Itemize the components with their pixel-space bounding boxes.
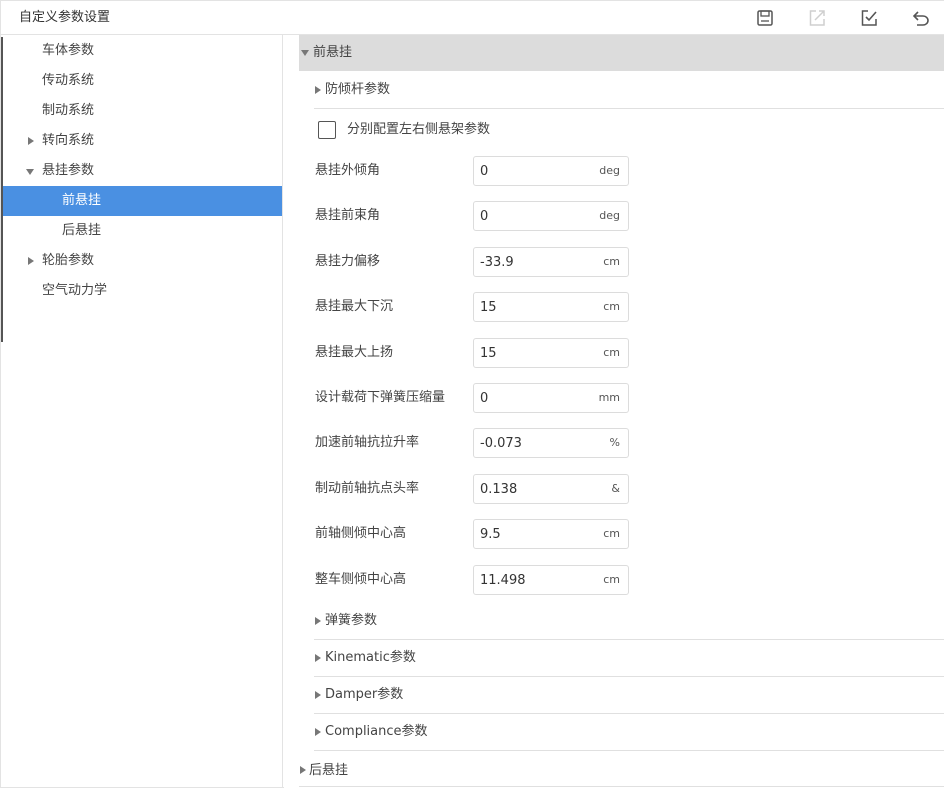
param-label: 悬挂力偏移	[315, 254, 381, 269]
sidebar-item-label: 转向系统	[42, 133, 95, 148]
param-unit: deg	[599, 164, 620, 177]
param-label: 悬挂最大下沉	[315, 299, 394, 314]
subsection-kinematic[interactable]: Kinematic参数	[314, 640, 944, 677]
sidebar-item-steering[interactable]: 转向系统	[3, 126, 282, 156]
param-value-input[interactable]	[480, 384, 590, 412]
section-title: 后悬挂	[309, 763, 349, 778]
collapse-arrow-icon[interactable]	[26, 169, 34, 175]
param-label: 设计载荷下弹簧压缩量	[315, 390, 446, 405]
param-label: 加速前轴抗拉升率	[315, 435, 420, 450]
expand-arrow-icon[interactable]	[315, 728, 321, 736]
expand-arrow-icon[interactable]	[315, 654, 321, 662]
sidebar-item-label: 制动系统	[42, 103, 95, 118]
section-header-rear-suspension[interactable]: 后悬挂	[299, 754, 944, 787]
subsection-label: Compliance参数	[325, 724, 428, 739]
expand-arrow-icon[interactable]	[315, 86, 321, 94]
sidebar-item-label: 传动系统	[42, 73, 95, 88]
param-value-input[interactable]	[480, 248, 590, 276]
param-label: 悬挂最大上扬	[315, 345, 394, 360]
param-field: cm	[473, 247, 629, 277]
checkbox-label: 分别配置左右侧悬架参数	[347, 122, 491, 137]
param-label: 悬挂前束角	[315, 208, 381, 223]
subsection-label: 弹簧参数	[325, 613, 378, 628]
param-field: cm	[473, 565, 629, 595]
sidebar-item-label: 前悬挂	[62, 193, 102, 208]
sidebar-item-tires[interactable]: 轮胎参数	[3, 246, 282, 276]
param-unit: mm	[598, 391, 620, 404]
param-unit: deg	[599, 209, 620, 222]
param-label: 制动前轴抗点头率	[315, 481, 420, 496]
sidebar-item-label: 悬挂参数	[42, 163, 95, 178]
sidebar-item-brakes[interactable]: 制动系统	[3, 96, 282, 126]
param-field: deg	[473, 201, 629, 231]
apply-icon[interactable]	[859, 8, 879, 28]
sidebar-item-aerodynamics[interactable]: 空气动力学	[3, 276, 282, 306]
param-value-input[interactable]	[480, 429, 590, 457]
param-unit: cm	[603, 255, 620, 268]
param-unit: cm	[603, 300, 620, 313]
param-field: deg	[473, 156, 629, 186]
subsection-anti-roll-bar[interactable]: 防倾杆参数	[314, 72, 944, 109]
separate-left-right-checkbox[interactable]	[318, 121, 336, 139]
section-title: 前悬挂	[313, 45, 353, 60]
param-label: 前轴侧倾中心高	[315, 526, 407, 541]
param-label: 整车侧倾中心高	[315, 572, 407, 587]
sidebar-item-body[interactable]: 车体参数	[3, 36, 282, 66]
param-field: mm	[473, 383, 629, 413]
sidebar-item-front-suspension[interactable]: 前悬挂	[3, 186, 282, 216]
subsection-compliance[interactable]: Compliance参数	[314, 714, 944, 751]
param-value-input[interactable]	[480, 475, 590, 503]
sidebar: 车体参数 传动系统 制动系统 转向系统 悬挂参数 前悬挂 后悬挂 轮胎参数 空气…	[1, 35, 283, 787]
sidebar-item-drivetrain[interactable]: 传动系统	[3, 66, 282, 96]
param-field: %	[473, 428, 629, 458]
subsection-label: Damper参数	[325, 687, 404, 702]
param-unit: cm	[603, 346, 620, 359]
sidebar-item-label: 车体参数	[42, 43, 95, 58]
expand-arrow-icon[interactable]	[315, 617, 321, 625]
subsection-damper[interactable]: Damper参数	[314, 677, 944, 714]
param-field: &	[473, 474, 629, 504]
subsection-label: Kinematic参数	[325, 650, 416, 665]
collapse-arrow-icon[interactable]	[301, 50, 309, 56]
main-panel: 前悬挂 防倾杆参数 分别配置左右侧悬架参数 悬挂外倾角 deg 悬挂前束角 deg 悬挂…	[284, 35, 944, 788]
subsection-label: 防倾杆参数	[325, 82, 391, 97]
title-bar: 自定义参数设置	[1, 1, 944, 35]
sidebar-item-label: 空气动力学	[42, 283, 108, 298]
expand-arrow-icon[interactable]	[300, 766, 306, 774]
sidebar-item-label: 后悬挂	[62, 223, 102, 238]
param-value-input[interactable]	[480, 566, 590, 594]
save-icon[interactable]	[755, 8, 775, 28]
param-unit: cm	[603, 527, 620, 540]
param-field: cm	[473, 338, 629, 368]
sidebar-item-rear-suspension[interactable]: 后悬挂	[3, 216, 282, 246]
sidebar-item-suspension[interactable]: 悬挂参数	[3, 156, 282, 186]
window-title: 自定义参数设置	[19, 10, 111, 25]
expand-arrow-icon[interactable]	[28, 257, 34, 265]
param-label: 悬挂外倾角	[315, 163, 381, 178]
param-unit: &	[611, 482, 620, 495]
param-value-input[interactable]	[480, 202, 590, 230]
param-field: cm	[473, 519, 629, 549]
subsection-spring[interactable]: 弹簧参数	[314, 603, 944, 640]
param-value-input[interactable]	[480, 157, 590, 185]
sidebar-edge-marker	[1, 37, 3, 342]
param-value-input[interactable]	[480, 520, 590, 548]
undo-icon[interactable]	[911, 8, 931, 28]
param-unit: cm	[603, 573, 620, 586]
param-field: cm	[473, 292, 629, 322]
export-icon[interactable]	[807, 8, 827, 28]
sidebar-item-label: 轮胎参数	[42, 253, 95, 268]
expand-arrow-icon[interactable]	[28, 137, 34, 145]
settings-window: 自定义参数设置 车体参数 传动系统 制动系统 转向系统 悬挂参数 前悬挂 后悬挂	[0, 0, 944, 788]
param-unit: %	[609, 436, 620, 449]
param-value-input[interactable]	[480, 339, 590, 367]
section-header-front-suspension[interactable]: 前悬挂	[299, 35, 944, 71]
param-value-input[interactable]	[480, 293, 590, 321]
expand-arrow-icon[interactable]	[315, 691, 321, 699]
